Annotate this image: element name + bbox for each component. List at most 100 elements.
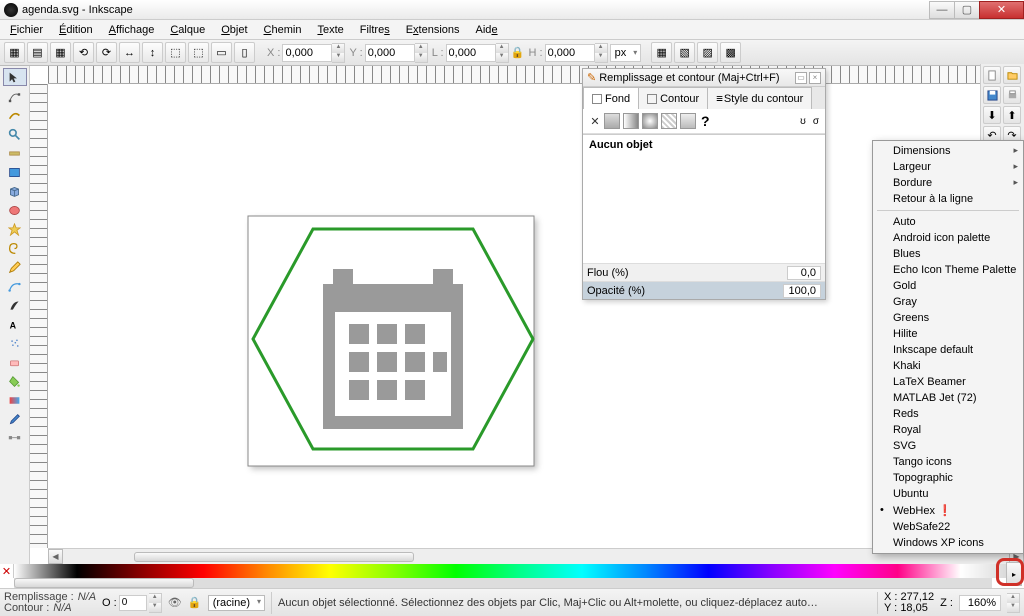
ctx-palette-topo[interactable]: Topographic [873,470,1023,486]
ctx-palette-webhex[interactable]: WebHex ❗ [873,502,1023,519]
h-input[interactable] [545,44,595,62]
cmd-export[interactable]: ⬆ [1003,106,1021,124]
menu-layer[interactable]: Calque [164,22,211,38]
ctx-width[interactable]: Largeur [873,159,1023,175]
ctx-palette-reds[interactable]: Reds [873,406,1023,422]
swatch-button[interactable] [680,113,696,129]
menu-object[interactable]: Objet [215,22,253,38]
close-button[interactable]: ✕ [979,1,1024,19]
spray-tool[interactable] [3,334,27,352]
x-input[interactable] [282,44,332,62]
linear-gradient-button[interactable] [623,113,639,129]
dropper-tool[interactable] [3,410,27,428]
cmd-print[interactable] [1003,86,1021,104]
palette-scroll-thumb[interactable] [14,578,194,588]
panel-titlebar[interactable]: ✎ Remplissage et contour (Maj+Ctrl+F) ▭ … [583,69,825,87]
w-input[interactable] [446,44,496,62]
zoom-stepper[interactable]: ▲▼ [1007,593,1020,613]
ctx-palette-latex[interactable]: LaTeX Beamer [873,374,1023,390]
menu-path[interactable]: Chemin [258,22,308,38]
3dbox-tool[interactable] [3,182,27,200]
ctx-palette-gold[interactable]: Gold [873,278,1023,294]
fill-rule-button-2[interactable]: σ [813,116,819,127]
ctx-palette-royal[interactable]: Royal [873,422,1023,438]
opt-btn-6[interactable]: ↔ [119,42,140,63]
ctx-palette-greens[interactable]: Greens [873,310,1023,326]
pattern-button[interactable] [661,113,677,129]
y-input[interactable] [365,44,415,62]
opt-btn-1[interactable]: ▦ [4,42,25,63]
zoom-tool[interactable] [3,125,27,143]
ctx-palette-inkscape[interactable]: Inkscape default [873,342,1023,358]
layer-visibility-icon[interactable]: 👁 [168,596,182,610]
tab-stroke[interactable]: Contour [638,87,708,109]
menu-extensions[interactable]: Extensions [400,22,466,38]
selector-tool[interactable] [3,68,27,86]
opacity-row[interactable]: Opacité (%) 100,0 [583,281,825,299]
spiral-tool[interactable] [3,239,27,257]
star-tool[interactable] [3,220,27,238]
ctx-palette-hilite[interactable]: Hilite [873,326,1023,342]
opt-btn-11[interactable]: ▯ [234,42,255,63]
ellipse-tool[interactable] [3,201,27,219]
ctx-palette-tango[interactable]: Tango icons [873,454,1023,470]
menu-view[interactable]: Affichage [103,22,161,38]
bucket-tool[interactable] [3,372,27,390]
x-stepper[interactable]: ▲▼ [332,43,345,63]
ctx-palette-auto[interactable]: Auto [873,214,1023,230]
ctx-wrap[interactable]: Retour à la ligne [873,191,1023,207]
text-tool[interactable]: A [3,315,27,333]
layer-lock-icon[interactable]: 🔒 [188,596,202,610]
w-field[interactable]: L : ▲▼ [430,43,509,63]
cmd-save[interactable] [983,86,1001,104]
ctx-palette-xp[interactable]: Windows XP icons [873,535,1023,551]
affect-btn-4[interactable]: ▩ [720,42,741,63]
panel-iconify-button[interactable]: ▭ [795,72,807,84]
zoom-input[interactable]: 160% [959,595,1001,611]
ctx-dimensions[interactable]: Dimensions [873,143,1023,159]
panel-close-button[interactable]: × [809,72,821,84]
menu-edit[interactable]: Édition [53,22,99,38]
ctx-palette-khaki[interactable]: Khaki [873,358,1023,374]
w-stepper[interactable]: ▲▼ [496,43,509,63]
y-stepper[interactable]: ▲▼ [415,43,428,63]
ctx-palette-gray[interactable]: Gray [873,294,1023,310]
unit-select[interactable]: px [610,44,642,62]
ctx-palette-svg[interactable]: SVG [873,438,1023,454]
rect-tool[interactable] [3,163,27,181]
master-opacity[interactable]: O : ▲▼ [102,593,162,613]
fill-stroke-indicator[interactable]: Remplissage :N/A Contour :N/A [4,592,96,614]
scroll-thumb-h[interactable] [134,552,414,562]
menu-filters[interactable]: Filtres [354,22,396,38]
scroll-left-button[interactable]: ◀ [48,549,63,564]
ctx-palette-ubuntu[interactable]: Ubuntu [873,486,1023,502]
ctx-palette-blues[interactable]: Blues [873,246,1023,262]
x-field[interactable]: X : ▲▼ [265,43,345,63]
palette-scrollbar[interactable] [14,578,992,588]
pencil-tool[interactable] [3,258,27,276]
layer-selector[interactable]: (racine) [208,595,265,611]
palette-swatches[interactable] [14,564,1024,578]
menu-file[interactable]: Fichier [4,22,49,38]
canvas[interactable] [48,84,1008,548]
opt-btn-4[interactable]: ⟲ [73,42,94,63]
opt-btn-5[interactable]: ⟳ [96,42,117,63]
tab-stroke-style[interactable]: ≡Style du contour [707,87,812,109]
opt-btn-3[interactable]: ▦ [50,42,71,63]
unknown-paint-icon[interactable]: ? [701,113,710,129]
lock-aspect-icon[interactable]: 🔒 [511,45,525,61]
no-paint-button[interactable]: ✕ [589,115,601,127]
gradient-tool[interactable] [3,391,27,409]
opt-btn-2[interactable]: ▤ [27,42,48,63]
connector-tool[interactable] [3,429,27,447]
affect-btn-1[interactable]: ▦ [651,42,672,63]
radial-gradient-button[interactable] [642,113,658,129]
ctx-palette-echo[interactable]: Echo Icon Theme Palette [873,262,1023,278]
blur-value[interactable]: 0,0 [787,266,821,280]
menu-text[interactable]: Texte [311,22,349,38]
menu-help[interactable]: Aide [470,22,504,38]
flat-color-button[interactable] [604,113,620,129]
h-field[interactable]: H : ▲▼ [527,43,608,63]
y-field[interactable]: Y : ▲▼ [347,43,427,63]
measure-tool[interactable] [3,144,27,162]
